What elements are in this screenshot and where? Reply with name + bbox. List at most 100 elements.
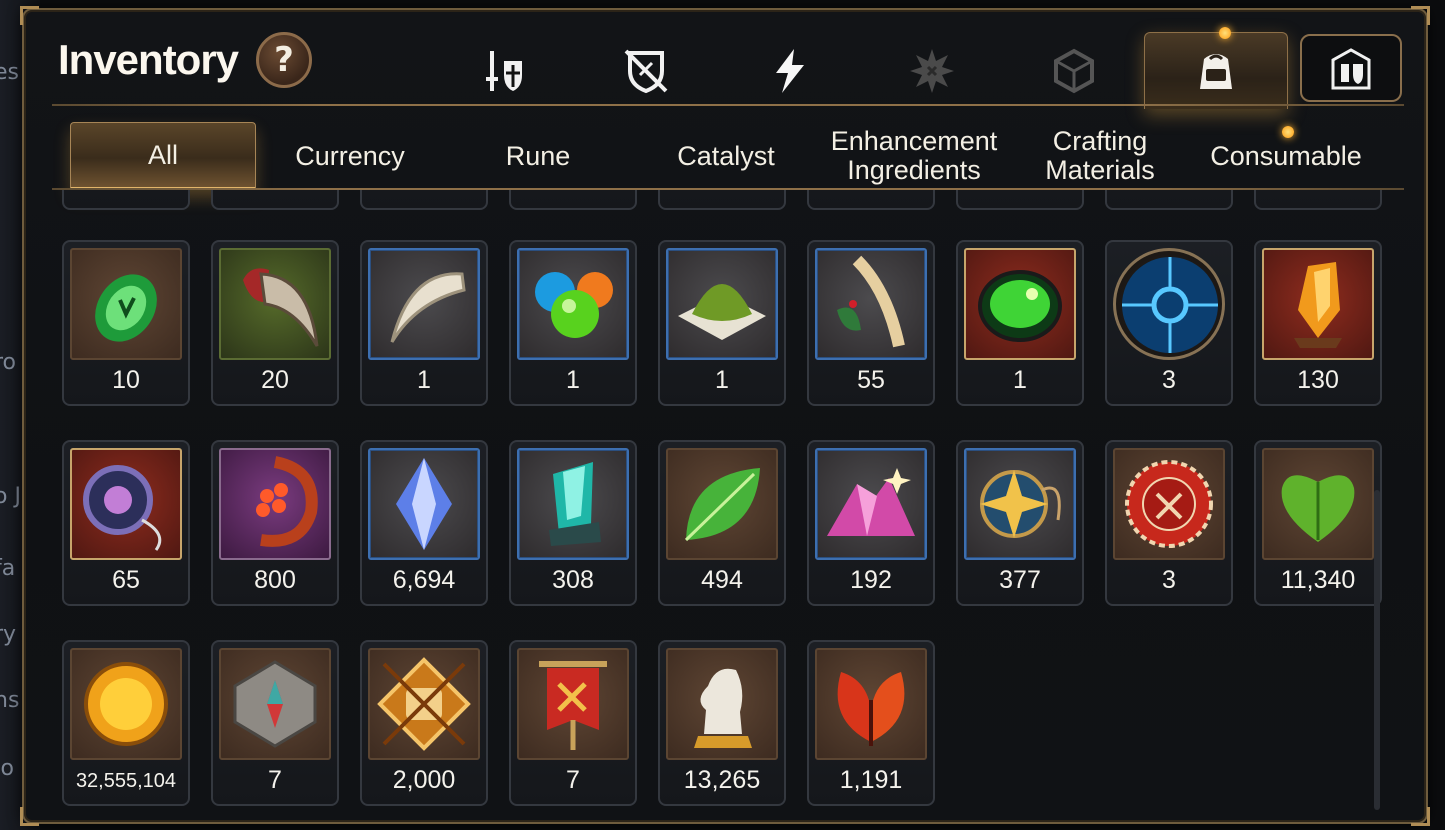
item-slot[interactable]: 3 — [1105, 240, 1233, 406]
item-quantity: 377 — [999, 566, 1041, 594]
item-quantity: 3 — [1162, 366, 1176, 394]
scrollbar[interactable] — [1374, 490, 1380, 810]
item-slot[interactable] — [509, 190, 637, 210]
broken-shield-icon — [624, 49, 668, 94]
tab-guild[interactable] — [1300, 34, 1402, 102]
fist-emblem-icon — [377, 657, 471, 751]
blue-crystal-icon — [396, 458, 452, 550]
item-quantity: 55 — [857, 366, 885, 394]
item-slot[interactable]: 377 — [956, 440, 1084, 606]
item-slot[interactable] — [1254, 190, 1382, 210]
item-quantity: 1 — [715, 366, 729, 394]
sub-tab-bar: All Currency Rune Catalyst Enhancement I… — [70, 122, 1400, 190]
item-quantity: 2,000 — [392, 766, 456, 794]
pendant-necklace-icon — [83, 465, 162, 551]
stone-compass-icon — [233, 660, 317, 748]
item-slot[interactable]: 55 — [807, 240, 935, 406]
flower-charm-icon — [256, 456, 318, 547]
tab-skills[interactable] — [750, 36, 830, 106]
item-slot[interactable]: 65 — [62, 440, 190, 606]
subtab-enhancement-ingredients[interactable]: Enhancement Ingredients — [826, 122, 1002, 190]
help-button[interactable]: ? — [256, 32, 312, 88]
tab-equipment[interactable] — [464, 36, 544, 106]
guild-castle-icon — [1331, 48, 1371, 90]
beast-claw-icon — [243, 268, 319, 347]
tab-emblem[interactable] — [892, 36, 972, 106]
green-heart-icon — [1281, 475, 1355, 542]
item-slot[interactable] — [1105, 190, 1233, 210]
moss-pile-icon — [678, 284, 766, 340]
fang-icon — [390, 272, 466, 343]
panel-corner — [20, 807, 39, 826]
notification-dot — [1219, 27, 1231, 39]
item-slot[interactable]: 32,555,104 — [62, 640, 190, 806]
item-slot[interactable]: 494 — [658, 440, 786, 606]
item-slot[interactable] — [807, 190, 935, 210]
item-slot[interactable]: 800 — [211, 440, 339, 606]
item-slot[interactable]: 6,694 — [360, 440, 488, 606]
item-row: 65 800 6,694 308 494 192 377 3 11,340 — [62, 440, 1382, 606]
subtab-currency[interactable]: Currency — [266, 122, 434, 190]
green-potion-orb-icon — [978, 270, 1062, 342]
item-slot[interactable]: 1 — [956, 240, 1084, 406]
subtab-catalyst[interactable]: Catalyst — [642, 122, 810, 190]
item-slot[interactable]: 13,265 — [658, 640, 786, 806]
item-quantity: 800 — [254, 566, 296, 594]
tab-dismantle[interactable] — [606, 36, 686, 106]
notification-dot — [1282, 126, 1294, 138]
page-title: Inventory — [58, 36, 239, 83]
slime-orbs-icon — [535, 272, 613, 338]
item-slot[interactable]: 7 — [211, 640, 339, 806]
item-slot[interactable]: 192 — [807, 440, 935, 606]
item-quantity: 1 — [1013, 366, 1027, 394]
item-quantity: 65 — [112, 566, 140, 594]
subtab-rune[interactable]: Rune — [454, 122, 622, 190]
item-quantity: 192 — [850, 566, 892, 594]
item-quantity: 494 — [701, 566, 743, 594]
subtab-all[interactable]: All — [70, 122, 256, 190]
item-quantity: 1 — [566, 366, 580, 394]
item-slot[interactable] — [360, 190, 488, 210]
inventory-panel: Inventory ? All Currency Rune Catalyst E… — [20, 6, 1430, 826]
item-slot[interactable]: 1,191 — [807, 640, 935, 806]
item-row: 10 20 1 1 1 55 1 3 130 — [62, 240, 1382, 406]
chess-knight-icon — [694, 668, 752, 748]
item-quantity: 3 — [1162, 566, 1176, 594]
item-slot[interactable] — [62, 190, 190, 210]
item-quantity: 32,555,104 — [75, 770, 177, 792]
item-slot[interactable]: 3 — [1105, 440, 1233, 606]
item-slot[interactable]: 2,000 — [360, 640, 488, 806]
item-slot[interactable]: 308 — [509, 440, 637, 606]
item-quantity: 11,340 — [1280, 566, 1356, 594]
item-slot[interactable]: 1 — [658, 240, 786, 406]
item-quantity: 308 — [552, 566, 594, 594]
item-row-partial — [62, 190, 1382, 210]
item-quantity: 1,191 — [839, 766, 903, 794]
panel-corner — [1411, 6, 1430, 25]
item-slot[interactable]: 20 — [211, 240, 339, 406]
item-slot[interactable]: 1 — [509, 240, 637, 406]
green-leaf-icon — [684, 468, 760, 542]
teal-crystal-icon — [549, 462, 601, 546]
item-slot[interactable]: 11,340 — [1254, 440, 1382, 606]
blue-rune-seal-icon — [1122, 257, 1218, 353]
item-quantity: 13,265 — [683, 766, 761, 794]
war-banner-icon — [539, 661, 607, 750]
item-slot[interactable]: 1 — [360, 240, 488, 406]
item-slot[interactable]: 7 — [509, 640, 637, 806]
item-slot[interactable] — [658, 190, 786, 210]
tab-bag[interactable] — [1144, 27, 1288, 109]
star-medallion-icon — [980, 470, 1061, 538]
tab-cube[interactable] — [1034, 36, 1114, 106]
item-quantity: 7 — [268, 766, 282, 794]
splatter-emblem-icon — [910, 49, 954, 93]
item-slot[interactable]: 10 — [62, 240, 190, 406]
item-quantity: 1 — [417, 366, 431, 394]
fire-crystal-icon — [1294, 262, 1342, 348]
subtab-crafting-materials[interactable]: Crafting Materials — [1020, 122, 1180, 190]
panel-corner — [1411, 807, 1430, 826]
item-slot[interactable] — [956, 190, 1084, 210]
item-slot[interactable]: 130 — [1254, 240, 1382, 406]
item-slot[interactable] — [211, 190, 339, 210]
herb-root-icon — [837, 255, 905, 348]
